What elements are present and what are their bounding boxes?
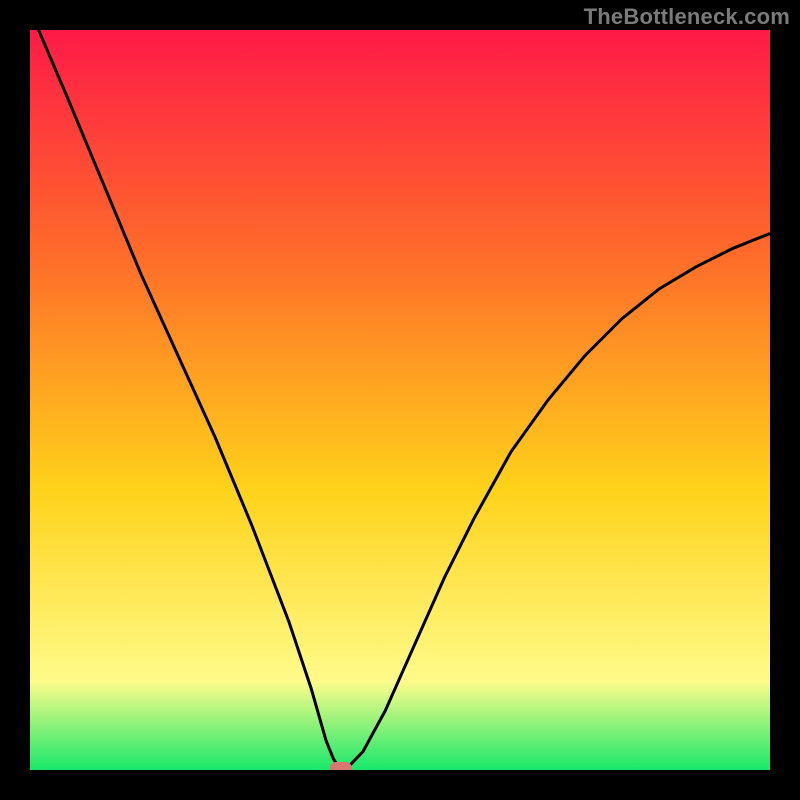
chart-frame: TheBottleneck.com: [0, 0, 800, 800]
gradient-background: [30, 30, 770, 770]
optimum-marker: [330, 762, 352, 770]
chart-svg: [30, 30, 770, 770]
bottleneck-chart: [30, 30, 770, 770]
watermark-text: TheBottleneck.com: [584, 4, 790, 30]
